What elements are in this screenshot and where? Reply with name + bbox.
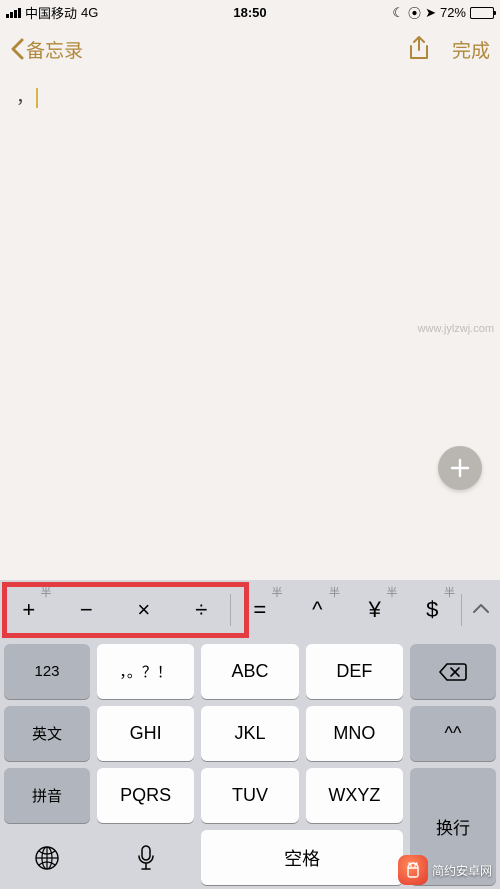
prediction-row: +半 − × ÷ =半 ^半 ¥半 $半	[0, 580, 500, 639]
battery-icon	[470, 7, 494, 19]
prediction-item[interactable]: +半	[0, 580, 58, 639]
key-backspace[interactable]	[410, 644, 496, 699]
done-button[interactable]: 完成	[452, 36, 490, 63]
location-icon: ➤	[425, 5, 436, 21]
battery-pct: 72%	[440, 5, 466, 20]
plus-icon	[449, 457, 471, 479]
prediction-item[interactable]: ¥半	[346, 580, 404, 639]
separator	[461, 594, 462, 626]
key-pqrs[interactable]: PQRS	[97, 768, 194, 823]
back-label: 备忘录	[26, 36, 83, 63]
key-wxyz[interactable]: WXYZ	[306, 768, 403, 823]
backspace-icon	[438, 662, 468, 682]
prediction-item[interactable]: ×	[115, 580, 173, 639]
key-mno[interactable]: MNO	[306, 706, 403, 761]
status-left: 中国移动 4G	[6, 3, 98, 22]
key-jkl[interactable]: JKL	[201, 706, 298, 761]
signal-icon	[6, 8, 21, 18]
key-123[interactable]: 123	[4, 644, 90, 699]
key-globe[interactable]	[4, 830, 90, 885]
prediction-item[interactable]: −	[58, 580, 116, 639]
status-bar: 中国移动 4G 18:50 ☾ ⦿ ➤ 72%	[0, 0, 500, 25]
mic-icon	[136, 844, 156, 872]
carrier-label: 中国移动	[25, 3, 77, 22]
moon-icon: ☾	[392, 5, 404, 21]
prediction-item[interactable]: ÷	[173, 580, 231, 639]
clock: 18:50	[233, 5, 266, 20]
key-def[interactable]: DEF	[306, 644, 403, 699]
key-pinyin[interactable]: 拼音	[4, 768, 90, 823]
share-icon	[408, 36, 430, 62]
back-button[interactable]: 备忘录	[10, 36, 83, 63]
key-abc[interactable]: ABC	[201, 644, 298, 699]
key-english[interactable]: 英文	[4, 706, 90, 761]
orientation-lock-icon: ⦿	[408, 3, 421, 22]
prediction-item[interactable]: =半	[231, 580, 289, 639]
globe-icon	[33, 844, 61, 872]
key-space[interactable]: 空格	[201, 830, 403, 885]
prediction-item[interactable]: $半	[404, 580, 462, 639]
key-punct[interactable]: ，。？！	[97, 644, 194, 699]
prediction-item[interactable]: ^半	[289, 580, 347, 639]
keyboard: +半 − × ÷ =半 ^半 ¥半 $半 123 ，。？！ ABC DEF 英文…	[0, 580, 500, 889]
key-tuv[interactable]: TUV	[201, 768, 298, 823]
watermark-brand: 简约安卓网	[398, 855, 492, 885]
nav-bar: 备忘录 完成	[0, 25, 500, 73]
chevron-left-icon	[10, 38, 24, 60]
key-mic[interactable]	[97, 830, 194, 885]
expand-predictions-button[interactable]	[462, 601, 500, 619]
add-button[interactable]	[438, 446, 482, 490]
network-label: 4G	[81, 5, 98, 20]
status-right: ☾ ⦿ ➤ 72%	[392, 3, 494, 22]
text-cursor	[36, 88, 38, 108]
share-button[interactable]	[408, 36, 430, 62]
note-text: ，	[16, 87, 34, 107]
key-ghi[interactable]: GHI	[97, 706, 194, 761]
key-grid: 123 ，。？！ ABC DEF 英文 GHI JKL MNO ^^ 拼音 PQ…	[0, 639, 500, 889]
note-editor[interactable]: ，	[0, 73, 500, 493]
android-icon	[398, 855, 428, 885]
chevron-up-icon	[472, 602, 490, 614]
watermark-url: www.jylzwj.com	[418, 322, 494, 336]
key-emoticon[interactable]: ^^	[410, 706, 496, 761]
